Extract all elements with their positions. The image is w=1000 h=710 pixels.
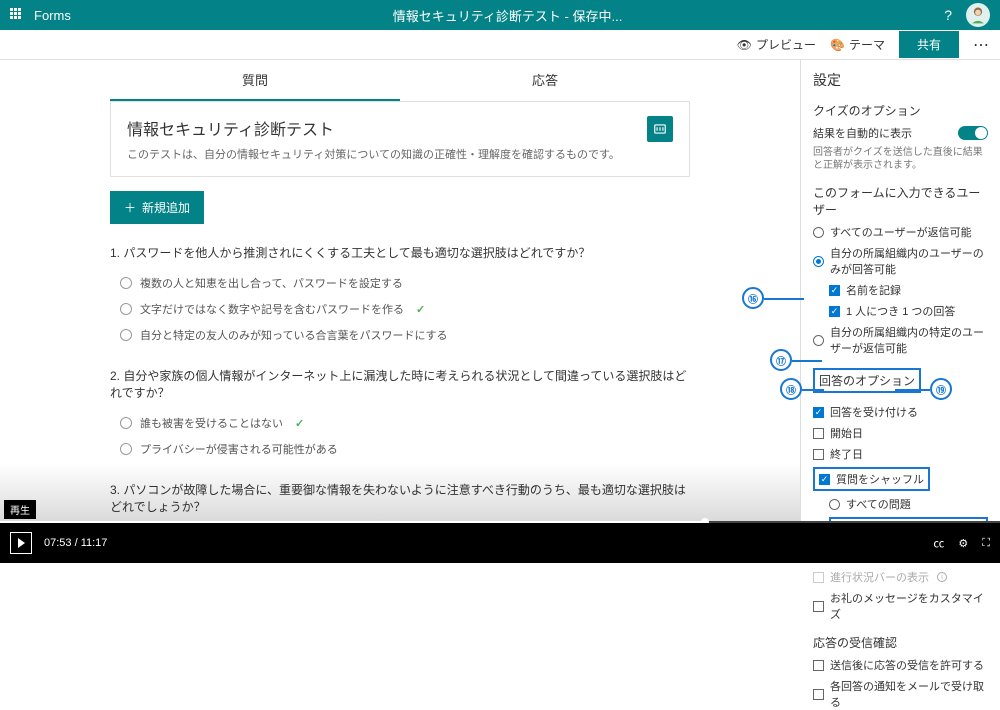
question-text: 1. パスワードを他人から推測されにくくする工夫として最も適切な選択肢はどれです… (110, 244, 690, 261)
toolbar: 👁プレビュー 🎨テーマ 共有 ⋯ (0, 30, 1000, 60)
editor-area: 質問 応答 情報セキュリティ診断テスト このテストは、自分の情報セキュリティ対策… (0, 60, 800, 523)
plus-icon: ＋ (124, 199, 136, 216)
callout-19: ⑲ (930, 378, 952, 400)
allow-receipt[interactable]: 送信後に応答の受信を許可する (813, 657, 988, 673)
auto-result-label: 結果を自動的に表示 (813, 125, 912, 141)
immersive-icon[interactable] (647, 116, 673, 142)
option-text: 文字だけではなく数字や記号を含むパスワードを作る (140, 301, 404, 317)
form-title: 情報セキュリティ診断テスト (127, 116, 673, 140)
fullscreen-icon[interactable]: ⛶ (982, 537, 990, 550)
app-name: Forms (34, 8, 71, 23)
answer-option[interactable]: 誰も被害を受けることはない ✓ (120, 415, 690, 431)
form-desc: このテストは、自分の情報セキュリティ対策についての知識の正確性・理解度を確認する… (127, 146, 673, 162)
progress-bar-opt: 進行状況バーの表示i (813, 569, 988, 585)
auto-result-help: 回答者がクイズを送信した直後に結果と正解が表示されます。 (813, 146, 988, 172)
accept-responses[interactable]: ✓回答を受け付ける (813, 404, 988, 420)
shuffle-all[interactable]: すべての問題 (829, 496, 988, 512)
who-org[interactable]: 自分の所属組織内のユーザーのみが回答可能 (813, 245, 988, 277)
avatar[interactable] (966, 3, 990, 27)
info-icon[interactable]: i (937, 572, 947, 582)
question-text: 3. パソコンが故障した場合に、重要御な情報を失わないように注意すべき行動のうち… (110, 481, 690, 515)
question-block[interactable]: 3. パソコンが故障した場合に、重要御な情報を失わないように注意すべき行動のうち… (110, 481, 690, 523)
question-block[interactable]: 2. 自分や家族の個人情報がインターネット上に漏洩した時に考えられる状況として間… (110, 367, 690, 457)
preview-button[interactable]: 👁プレビュー (737, 36, 816, 53)
theme-button[interactable]: 🎨テーマ (830, 36, 885, 53)
share-button[interactable]: 共有 (899, 31, 959, 58)
radio-icon (120, 277, 132, 289)
play-button[interactable] (10, 532, 32, 554)
settings-icon[interactable]: ⚙ (958, 537, 968, 550)
radio-icon (120, 329, 132, 341)
option-text: 複数の人と知恵を出し合って、パスワードを設定する (140, 275, 403, 291)
who-specific[interactable]: 自分の所属組織内の特定のユーザーが返信可能 (813, 324, 988, 356)
answer-option[interactable]: プライバシーが侵害される可能性がある (120, 441, 690, 457)
record-name[interactable]: ✓名前を記録 (829, 282, 988, 298)
email-notify[interactable]: 各回答の通知をメールで受け取る (813, 678, 988, 710)
tab-responses[interactable]: 応答 (400, 60, 690, 101)
replay-label: 再生 (4, 500, 36, 519)
eye-icon: 👁 (737, 38, 752, 52)
customize-thanks[interactable]: お礼のメッセージをカスタマイズ (813, 590, 988, 622)
correct-check-icon: ✓ (416, 303, 425, 316)
option-text: 自分と特定の友人のみが知っている合言葉をパスワードにする (140, 327, 448, 343)
add-new-button[interactable]: ＋新規追加 (110, 191, 204, 224)
question-text: 2. 自分や家族の個人情報がインターネット上に漏洩した時に考えられる状況として間… (110, 367, 690, 401)
correct-check-icon: ✓ (295, 417, 304, 430)
tab-questions[interactable]: 質問 (110, 60, 400, 101)
app-header: Forms 情報セキュリティ診断テスト - 保存中... ? (0, 0, 1000, 30)
play-icon (18, 538, 25, 548)
who-anyone[interactable]: すべてのユーザーが返信可能 (813, 224, 988, 240)
settings-title: 設定 (813, 70, 988, 90)
auto-result-toggle[interactable] (958, 126, 988, 140)
video-time: 07:53 / 11:17 (44, 537, 107, 549)
radio-icon (120, 417, 132, 429)
help-icon[interactable]: ? (944, 7, 952, 23)
option-text: プライバシーが侵害される可能性がある (140, 441, 338, 457)
shuffle-questions[interactable]: ✓質問をシャッフル (813, 467, 988, 491)
settings-panel: 設定 クイズのオプション 結果を自動的に表示 回答者がクイズを送信した直後に結果… (800, 60, 1000, 523)
end-date[interactable]: 終了日 (813, 446, 988, 462)
who-heading: このフォームに入力できるユーザー (813, 184, 988, 218)
radio-icon (120, 443, 132, 455)
quiz-options-heading: クイズのオプション (813, 102, 988, 119)
start-date[interactable]: 開始日 (813, 425, 988, 441)
answer-option[interactable]: 自分と特定の友人のみが知っている合言葉をパスワードにする (120, 327, 690, 343)
more-button[interactable]: ⋯ (973, 35, 990, 55)
form-header[interactable]: 情報セキュリティ診断テスト このテストは、自分の情報セキュリティ対策についての知… (110, 102, 690, 177)
radio-icon (120, 303, 132, 315)
receipt-heading: 応答の受信確認 (813, 634, 988, 651)
one-response[interactable]: ✓1 人につき 1 つの回答 (829, 303, 988, 319)
question-block[interactable]: 1. パスワードを他人から推測されにくくする工夫として最も適切な選択肢はどれです… (110, 244, 690, 343)
video-player-bar: 07:53 / 11:17 ㏄ ⚙ ⛶ (0, 523, 1000, 563)
callout-17: ⑰ (770, 349, 792, 371)
waffle-icon[interactable] (10, 8, 24, 22)
answer-option[interactable]: 複数の人と知恵を出し合って、パスワードを設定する (120, 275, 690, 291)
option-text: 誰も被害を受けることはない (140, 415, 283, 431)
answer-option[interactable]: 文字だけではなく数字や記号を含むパスワードを作る ✓ (120, 301, 690, 317)
palette-icon: 🎨 (830, 38, 845, 52)
doc-title: 情報セキュリティ診断テスト - 保存中... (71, 6, 944, 25)
callout-16: ⑯ (742, 287, 764, 309)
cc-icon[interactable]: ㏄ (933, 535, 944, 551)
callout-18: ⑱ (780, 378, 802, 400)
